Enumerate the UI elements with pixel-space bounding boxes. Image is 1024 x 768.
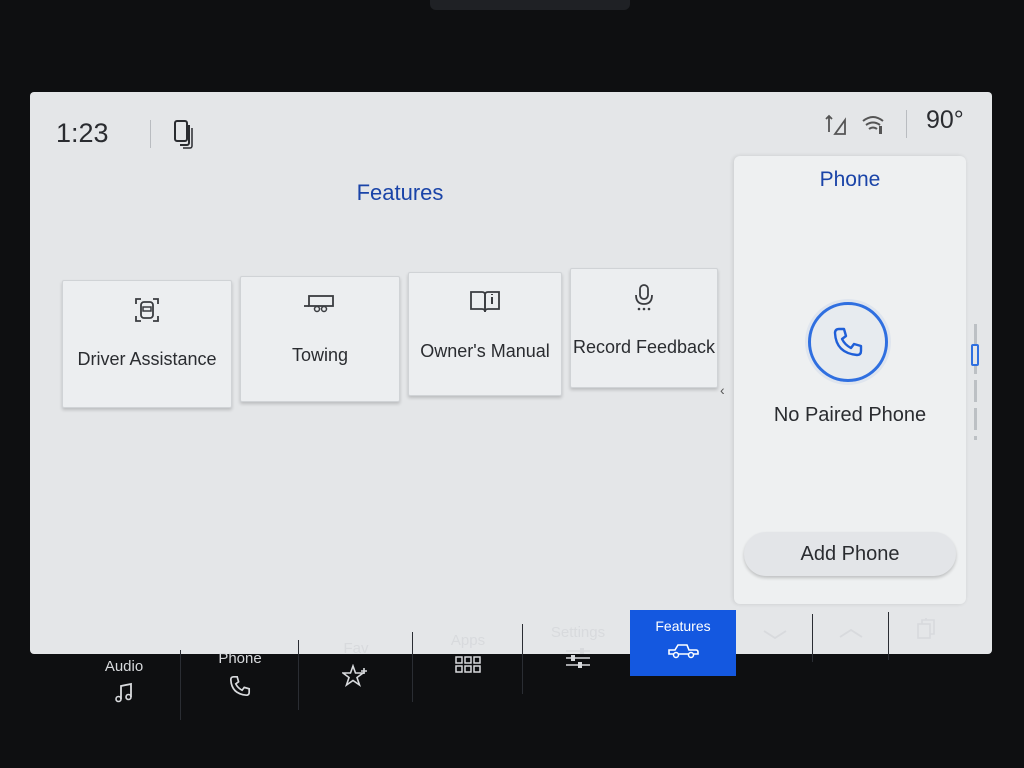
- tile-label: Driver Assistance: [77, 349, 217, 369]
- chevron-up-icon: [838, 626, 864, 644]
- truck-icon: [667, 642, 699, 665]
- nav-fav[interactable]: Fav: [302, 638, 410, 724]
- add-phone-button[interactable]: Add Phone: [744, 532, 956, 576]
- nav-divider: [522, 624, 523, 694]
- touchscreen: 1:23 90° Features Driver Assistance Towi…: [30, 92, 992, 654]
- nav-label: Fav: [343, 640, 369, 657]
- apps-grid-icon: [455, 656, 481, 679]
- nav-label: Features: [655, 618, 711, 634]
- sliders-icon: [565, 648, 591, 673]
- tile-driver-assistance[interactable]: Driver Assistance: [62, 280, 232, 408]
- star-plus-icon: [340, 663, 370, 693]
- nav-chevron-up[interactable]: [816, 612, 886, 662]
- trailer-icon: [303, 291, 337, 320]
- nav-label: Settings: [550, 624, 606, 641]
- manual-book-icon: [468, 287, 502, 320]
- bottom-nav-bar: Audio Phone Fav Apps Settings Features: [70, 610, 990, 720]
- nav-chevron-down[interactable]: [740, 614, 810, 664]
- driver-assist-icon: [132, 295, 162, 330]
- nav-divider: [888, 612, 889, 660]
- nav-phone[interactable]: Phone: [186, 646, 294, 732]
- nav-divider: [812, 614, 813, 662]
- outside-temperature: 90°: [926, 106, 964, 134]
- nav-divider: [180, 650, 181, 720]
- nav-audio[interactable]: Audio: [70, 654, 178, 740]
- nav-divider: [298, 640, 299, 710]
- tile-record-feedback[interactable]: Record Feedback: [570, 268, 718, 388]
- tile-owners-manual[interactable]: Owner's Manual: [408, 272, 562, 396]
- panel-scroll-track[interactable]: [974, 324, 977, 440]
- phone-panel: Phone No Paired Phone Add Phone: [734, 156, 966, 604]
- nav-label: Phone: [218, 650, 262, 667]
- nav-label: Audio: [104, 658, 144, 675]
- nav-features[interactable]: Features: [630, 610, 736, 676]
- tile-label: Owner's Manual: [420, 341, 550, 361]
- nav-settings[interactable]: Settings: [524, 622, 632, 708]
- panel-scroll-thumb[interactable]: [971, 344, 979, 366]
- tile-label: Towing: [291, 345, 349, 365]
- phone-call-button[interactable]: [808, 302, 888, 382]
- status-divider: [150, 120, 151, 148]
- tile-towing[interactable]: Towing: [240, 276, 400, 402]
- collapse-panel-chevron[interactable]: ‹: [720, 382, 725, 398]
- phone-status-text: No Paired Phone: [773, 404, 927, 426]
- nav-layers[interactable]: [892, 610, 962, 660]
- signal-icon: [824, 112, 848, 143]
- chevron-down-icon: [762, 628, 788, 646]
- phone-panel-title: Phone: [819, 168, 881, 191]
- music-note-icon: [113, 682, 135, 709]
- nav-label: Apps: [450, 632, 486, 649]
- features-title: Features: [356, 180, 444, 205]
- phone-icon: [833, 327, 863, 357]
- tile-label: Record Feedback: [572, 337, 716, 357]
- nav-divider: [412, 632, 413, 702]
- wifi-icon: [860, 112, 886, 141]
- phone-icon: [228, 674, 252, 703]
- layers-icon: [916, 618, 938, 645]
- microphone-icon: [632, 283, 656, 318]
- bezel-notch: [430, 0, 630, 10]
- phone-projection-icon[interactable]: [172, 118, 196, 155]
- status-divider: [906, 110, 907, 138]
- clock: 1:23: [56, 118, 109, 148]
- nav-apps[interactable]: Apps: [414, 630, 522, 716]
